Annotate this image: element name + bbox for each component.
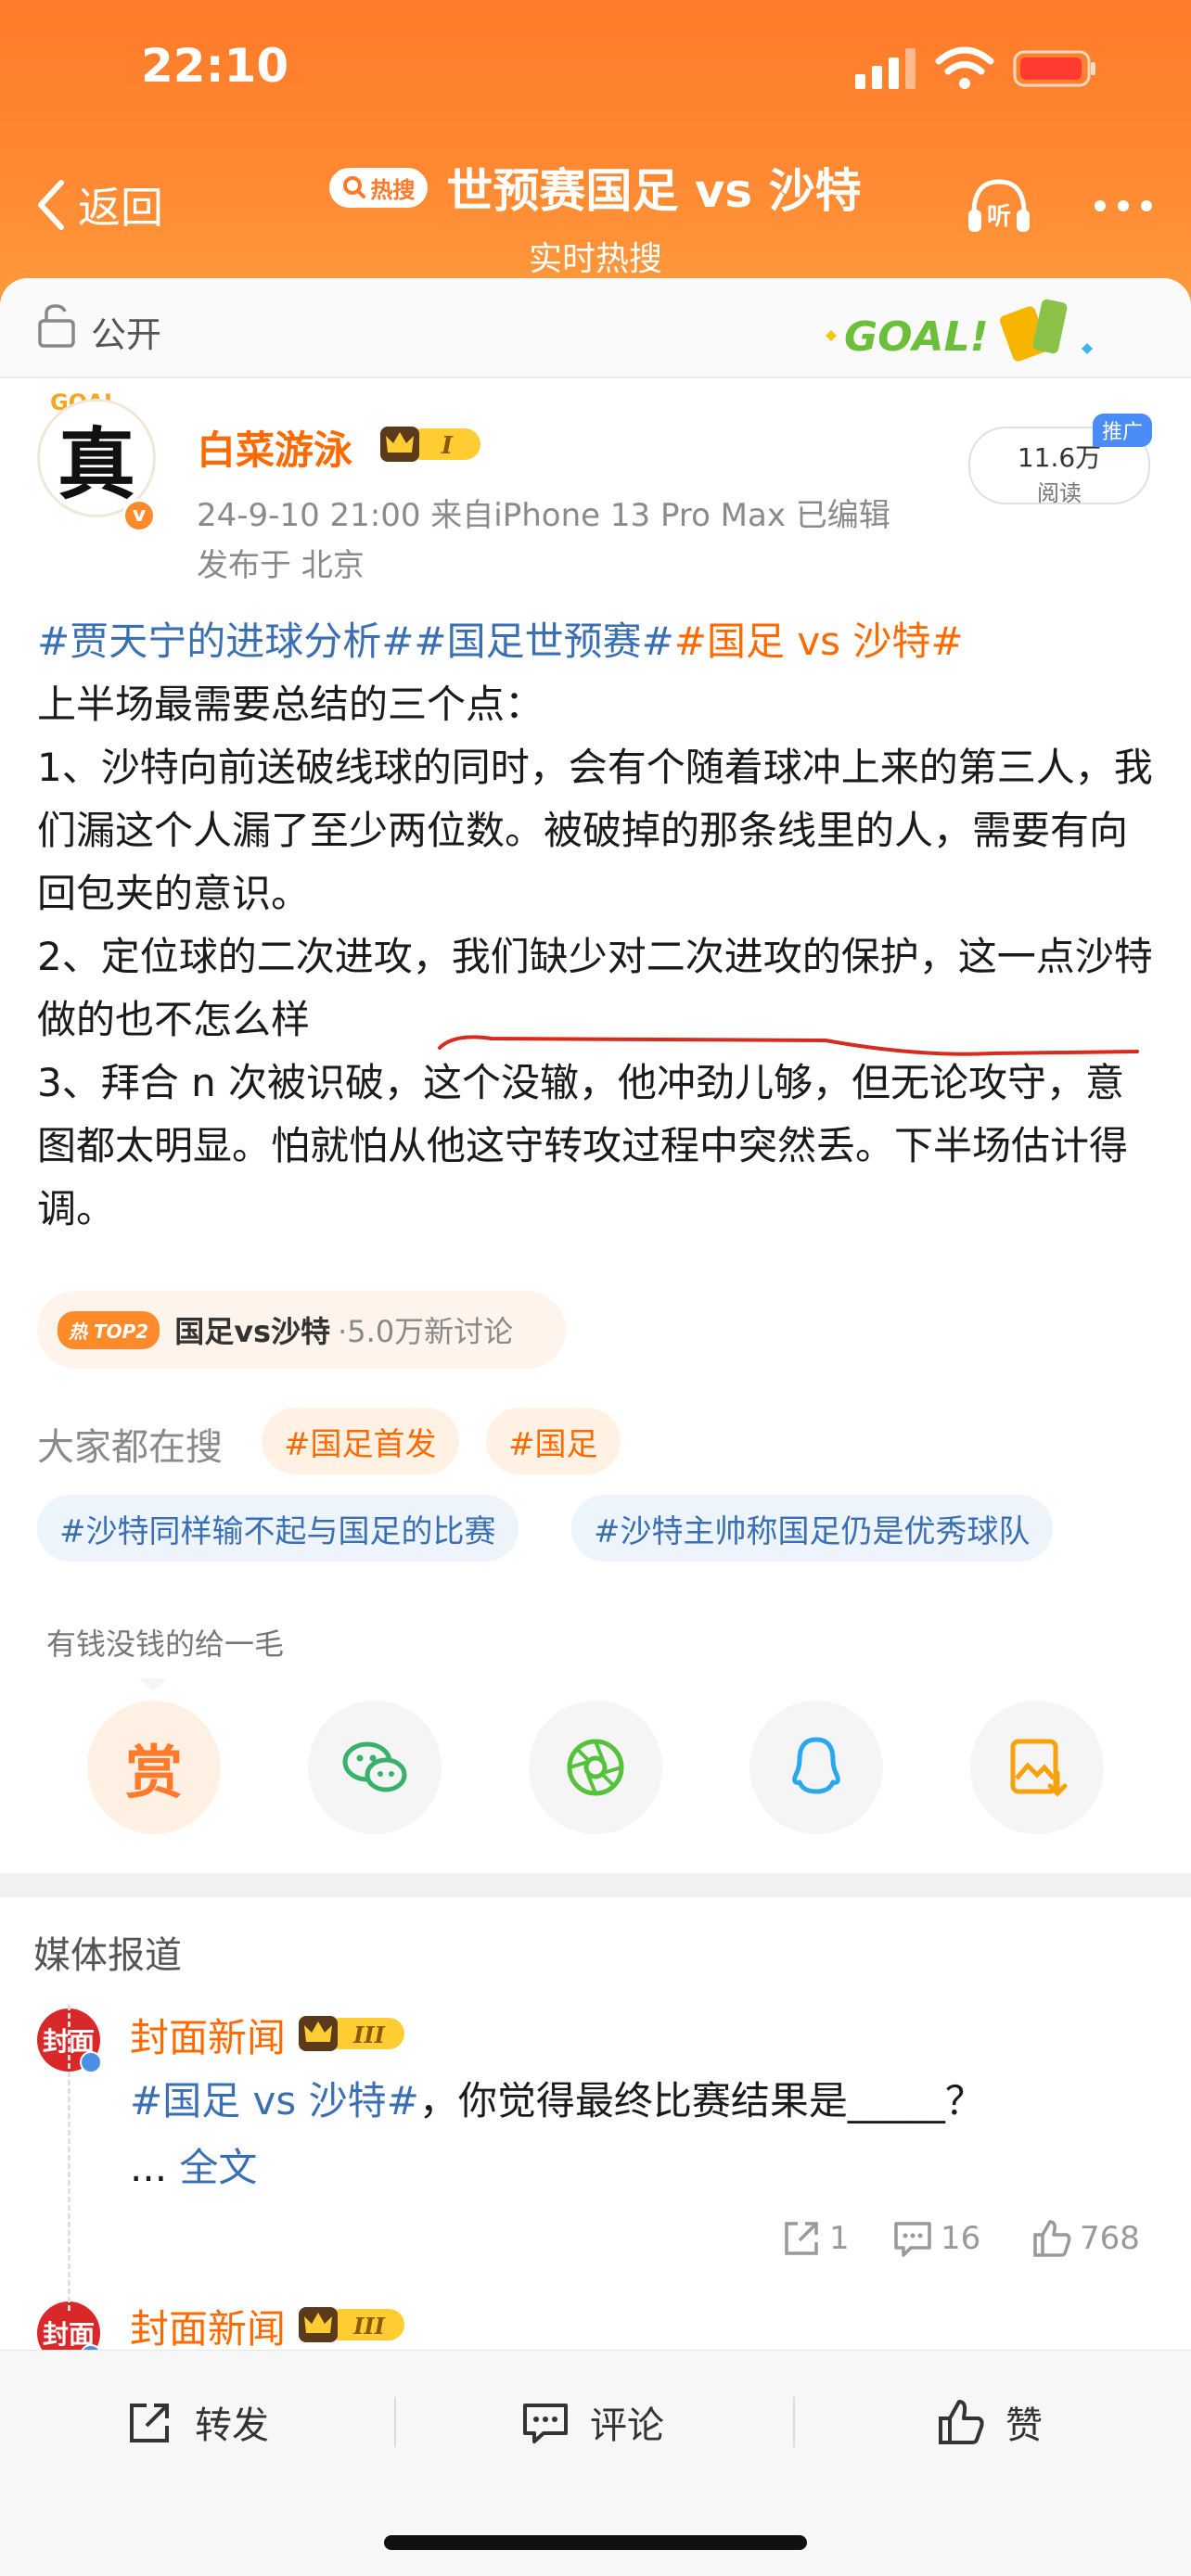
full-text-link[interactable]: 全文 [179,2145,257,2190]
verified-badge [80,2051,102,2073]
search-chip[interactable]: #国足 [486,1408,621,1474]
trending-search-label: 大家都在搜 [37,1426,223,1469]
svg-text:听: 听 [987,203,1011,231]
media-source-name[interactable]: 封面新闻 [130,2298,286,2354]
status-time: 22:10 [141,39,289,93]
search-chip[interactable]: #沙特主帅称国足仍是优秀球队 [571,1495,1053,1562]
hashtag-link[interactable]: #贾天宁的进球分析# [37,618,414,664]
post-location: 发布于 北京 [197,547,365,584]
reward-prompt: 有钱没钱的给一毛 [46,1626,285,1662]
level-text: III [352,2021,385,2048]
header: 22:10 返回 热搜 世预赛国足 vs 沙特 实时热搜 听 [0,0,1191,306]
post-paragraph: 1、沙特向前送破线球的同时，会有个随着球冲上来的第三人，我们漏这个人漏了至少两位… [37,745,1153,916]
thread-connector [68,2005,70,2311]
post-meta: 24-9-10 21:00 来自iPhone 13 Pro Max 已编辑 [197,497,890,534]
qq-icon [792,1737,840,1794]
hashtag-link[interactable]: #国足 vs 沙特# [674,618,964,664]
repost-icon [130,2404,169,2442]
wifi-icon [935,46,994,89]
hot-rank-badge: 热 TOP2 [58,1310,160,1349]
ellipsis: ... [130,2145,168,2190]
level-text: I [441,432,454,460]
divider [394,2397,396,2447]
home-indicator [384,2535,807,2550]
reward-pointer [139,1678,167,1691]
hashtag-link[interactable]: #国足 vs 沙特# [130,2078,419,2123]
moments-icon [567,1739,624,1796]
share-wechat-button[interactable] [308,1701,442,1834]
post-body: #贾天宁的进球分析##国足世预赛##国足 vs 沙特# 上半场最需要总结的三个点… [37,610,1159,1241]
thumbs-up-icon [939,2400,984,2444]
hot-search-badge: 热搜 [329,167,429,208]
promo-badge[interactable]: 推广 [1093,414,1153,447]
search-chip[interactable]: #沙特同样输不起与国足的比赛 [37,1495,519,1562]
crown-level-badge: I [380,427,480,462]
read-count-label: 阅读 [1037,480,1082,506]
post-paragraph: 上半场最需要总结的三个点： [37,682,544,727]
like-stat[interactable]: 768 [1031,2218,1140,2259]
visibility-label: 公开 [91,314,162,355]
repost-stat[interactable]: 1 [781,2218,850,2259]
verified-badge: v [122,499,156,532]
comment-button[interactable]: 评论 [521,2395,664,2449]
signal-icon [855,48,916,89]
share-qq-button[interactable] [749,1701,883,1834]
media-post-body: #国足 vs 沙特#，你觉得最终比赛结果是_____？ ... 全文 [130,2068,1150,2201]
search-icon [343,176,366,198]
save-image-icon [1010,1739,1068,1797]
save-image-button[interactable] [970,1701,1104,1834]
hot-topic-pill[interactable]: 热 TOP2 国足vs沙特 ·5.0万新讨论 [37,1291,566,1369]
crown-level-badge: III [299,2016,404,2051]
media-source-name[interactable]: 封面新闻 [130,2007,286,2063]
battery-icon [1013,50,1095,87]
level-text: III [352,2313,385,2340]
comment-icon [523,2404,568,2443]
goal-banner-text: GOAL! [844,313,989,361]
goal-banner-icon: GOAL! [826,299,1093,362]
comment-label: 评论 [590,2404,664,2447]
like-count: 768 [1080,2220,1140,2257]
thumbs-up-icon [1033,2220,1071,2257]
repost-icon [785,2222,818,2255]
listen-icon[interactable]: 听 [965,172,1033,241]
page-title: 世预赛国足 vs 沙特 [446,164,862,218]
visibility-bar: 公开 GOAL! [0,278,1191,378]
comment-count: 16 [941,2220,981,2257]
unlock-icon [38,304,75,348]
repost-label: 转发 [195,2404,269,2447]
search-chip[interactable]: #国足首发 [262,1408,459,1474]
post-paragraph: 3、拜合 n 次被识破，这个没辙，他冲劲儿够，但无论攻守，意图都太明显。怕就怕从… [37,1052,1159,1241]
crown-level-badge: III [299,2307,404,2342]
repost-count: 1 [829,2220,850,2257]
hot-label: 热搜 [370,176,416,203]
post-tags-line: #贾天宁的进球分析##国足世预赛##国足 vs 沙特# [37,610,1159,673]
topic-discussion-count: ·5.0万新讨论 [338,1314,514,1349]
hashtag-link[interactable]: #国足世预赛# [414,618,673,664]
more-icon[interactable] [1091,197,1156,215]
media-post-text: ，你觉得最终比赛结果是_____？ [418,2078,984,2123]
media-section-title: 媒体报道 [33,1934,182,1977]
post-text-underlined: 怕就怕从他这守转攻过程中突然丢。 [271,1123,895,1168]
wechat-icon [342,1741,407,1792]
like-button[interactable]: 赞 [937,2395,1043,2449]
divider [793,2397,795,2447]
share-moments-button[interactable] [529,1701,662,1834]
like-label: 赞 [1005,2404,1043,2447]
author-name[interactable]: 白菜游泳 [197,419,352,476]
reward-button[interactable]: 赏 [87,1701,221,1834]
repost-button[interactable]: 转发 [126,2395,269,2449]
comment-stat[interactable]: 16 [892,2218,980,2259]
topic-name: 国足vs沙特 [174,1314,331,1349]
comment-icon [894,2222,931,2257]
handdrawn-underline [438,1035,1139,1056]
